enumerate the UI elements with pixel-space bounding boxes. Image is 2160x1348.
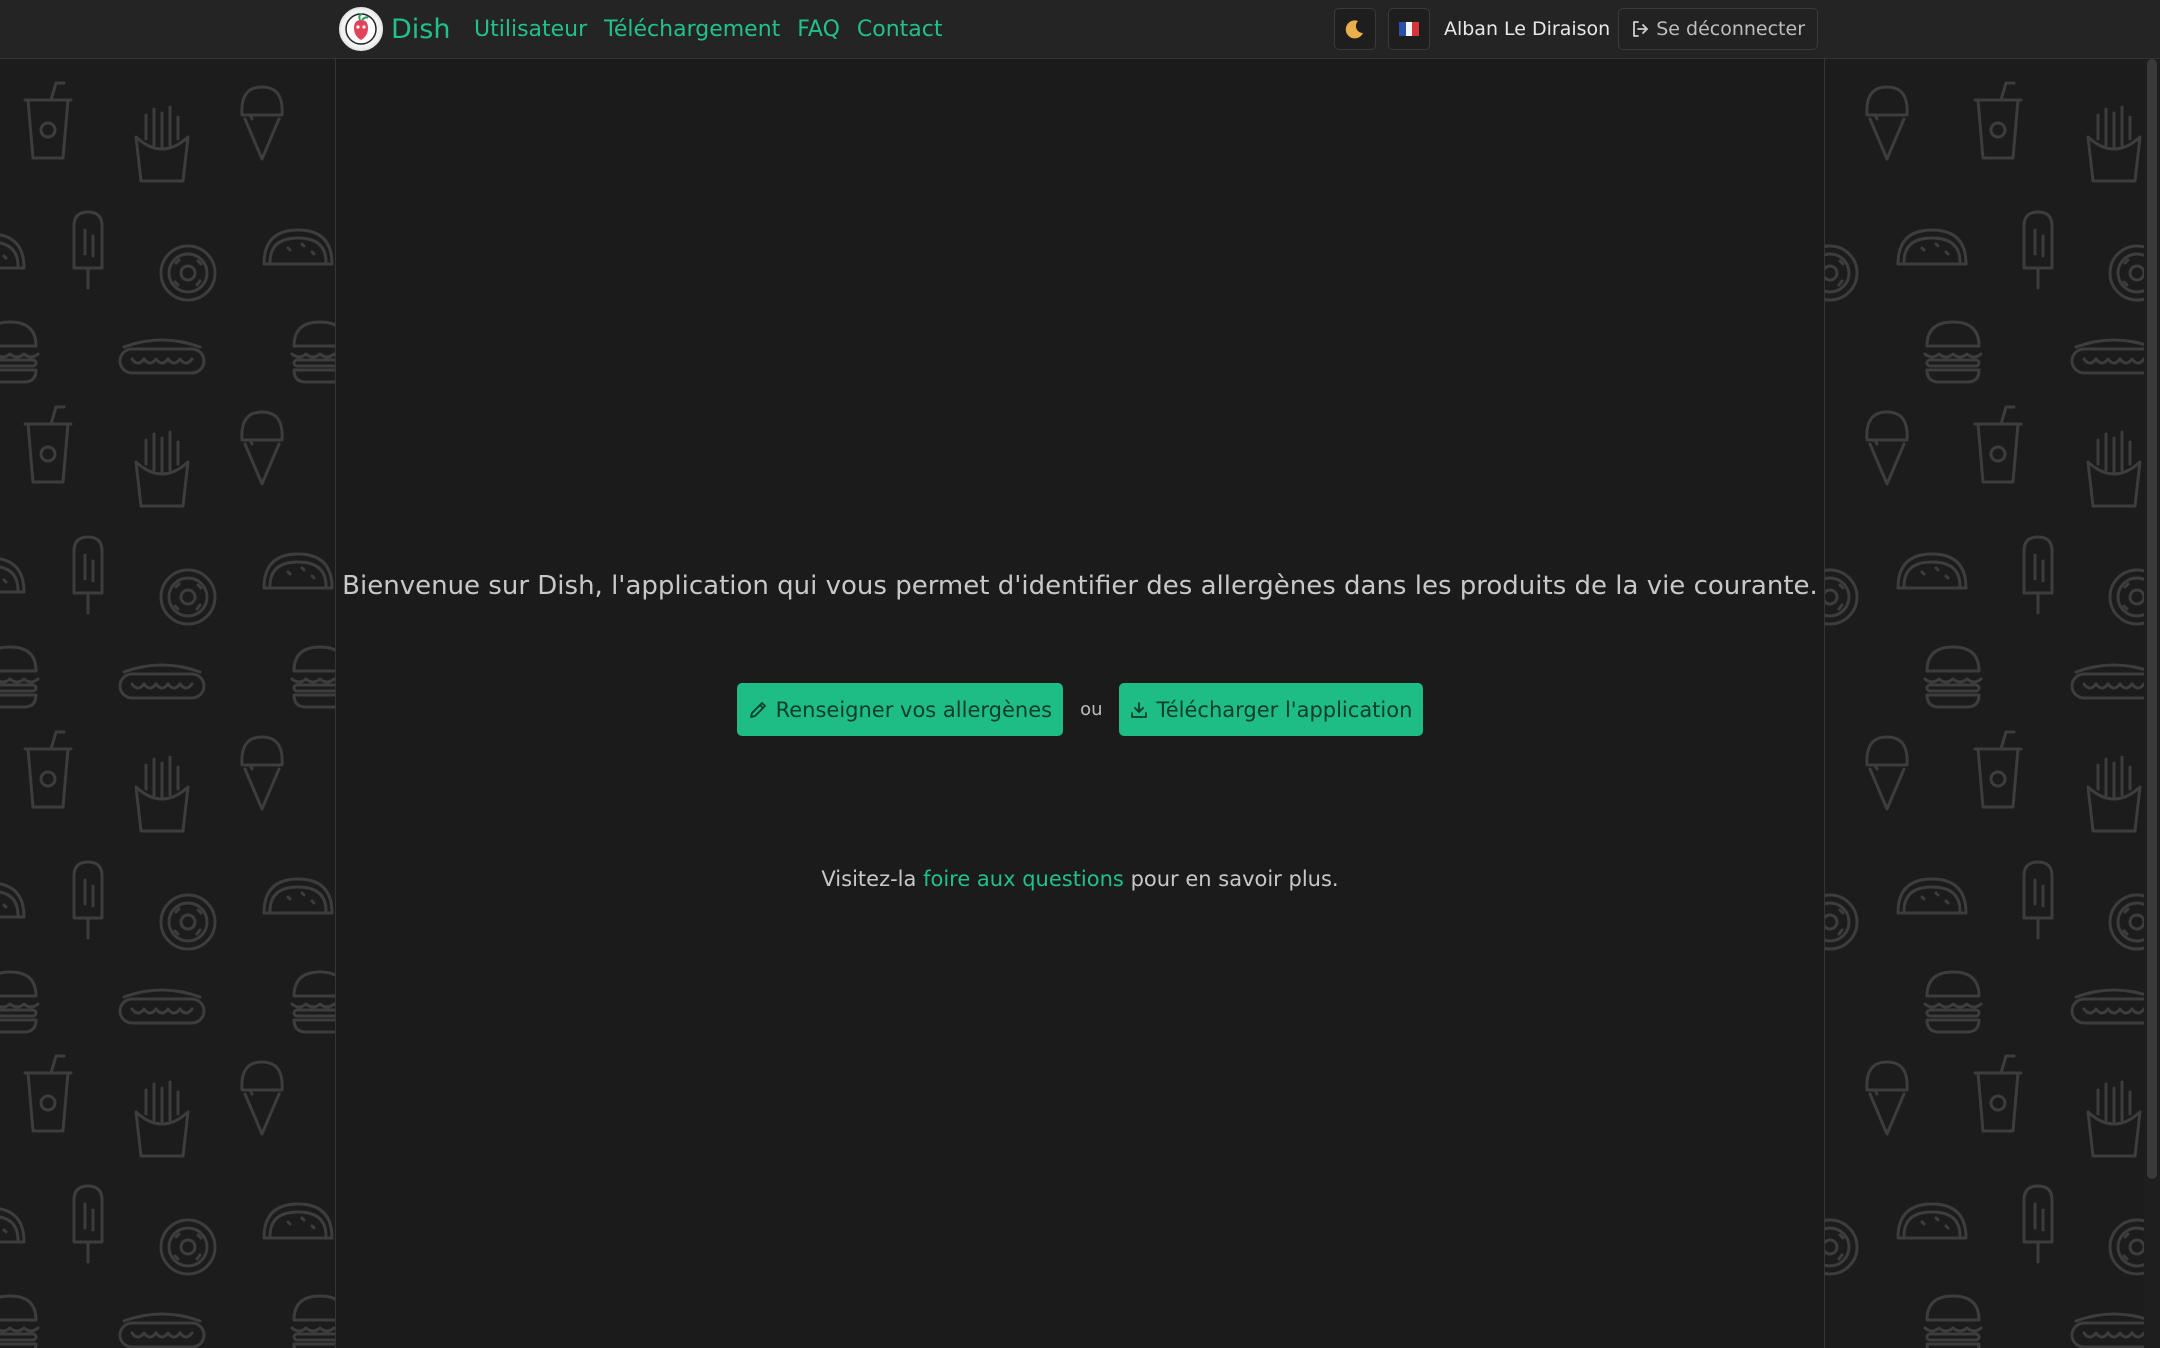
- action-buttons: Renseigner vos allergènes ou Télécharger…: [336, 683, 1824, 736]
- french-flag-icon: [1398, 22, 1419, 36]
- download-app-button[interactable]: Télécharger l'application: [1119, 683, 1424, 736]
- theme-toggle-button[interactable]: [1333, 8, 1376, 50]
- faq-suffix: pour en savoir plus.: [1130, 867, 1339, 891]
- download-icon: [1131, 701, 1148, 718]
- nav-link-faq[interactable]: FAQ: [797, 17, 840, 42]
- moon-icon: [1345, 20, 1363, 39]
- set-allergens-button[interactable]: Renseigner vos allergènes: [736, 683, 1064, 736]
- page-scrollbar[interactable]: [2144, 59, 2160, 1348]
- scrollbar-thumb[interactable]: [2147, 59, 2157, 1179]
- user-name: Alban Le Diraison: [1443, 18, 1611, 40]
- nav-link-telechargement[interactable]: Téléchargement: [604, 17, 780, 42]
- main-content: Bienvenue sur Dish, l'application qui vo…: [335, 59, 1825, 1348]
- or-separator: ou: [1080, 699, 1103, 720]
- logout-button[interactable]: Se déconnecter: [1618, 8, 1818, 50]
- language-button[interactable]: [1387, 8, 1430, 50]
- download-app-label: Télécharger l'application: [1156, 697, 1413, 722]
- logout-icon: [1633, 21, 1649, 37]
- faq-sentence: Visitez-la foire aux questions pour en s…: [336, 867, 1824, 891]
- nav-link-contact[interactable]: Contact: [857, 17, 943, 42]
- faq-link[interactable]: foire aux questions: [923, 867, 1124, 891]
- brand-home-link[interactable]: Dish: [339, 6, 450, 52]
- logout-label: Se déconnecter: [1656, 18, 1805, 40]
- pencil-icon: [749, 701, 766, 718]
- welcome-text: Bienvenue sur Dish, l'application qui vo…: [342, 571, 1818, 601]
- top-navbar: Dish Utilisateur Téléchargement FAQ Cont…: [0, 0, 2160, 59]
- dish-logo-icon: [339, 7, 383, 51]
- nav-link-utilisateur[interactable]: Utilisateur: [474, 17, 587, 42]
- set-allergens-label: Renseigner vos allergènes: [775, 697, 1053, 722]
- brand-name: Dish: [391, 13, 451, 45]
- faq-prefix: Visitez-la: [821, 867, 917, 891]
- nav-right-group: Alban Le Diraison Se déconnecter: [1333, 8, 1818, 50]
- nav-links: Utilisateur Téléchargement FAQ Contact: [474, 0, 943, 59]
